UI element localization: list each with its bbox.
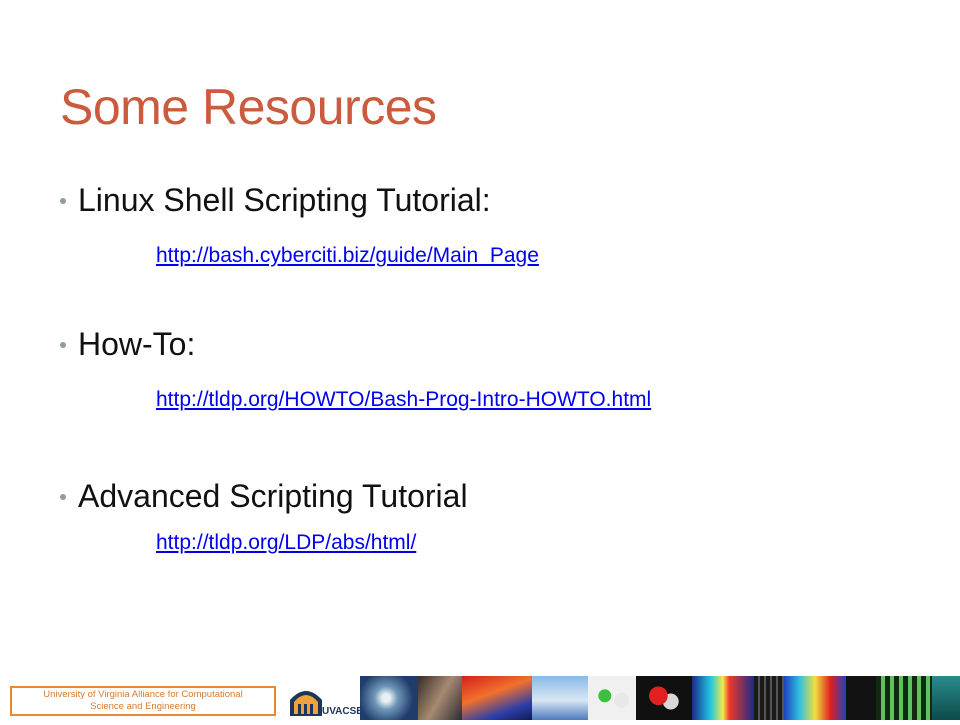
bullet-label: Advanced Scripting Tutorial xyxy=(78,478,468,514)
bullet-label: Linux Shell Scripting Tutorial: xyxy=(78,182,491,218)
link-linux-tutorial[interactable]: http://bash.cyberciti.biz/guide/Main_Pag… xyxy=(156,244,539,268)
bullet-icon xyxy=(60,493,66,500)
slide-title: Some Resources xyxy=(60,79,437,135)
bullet-label: How-To: xyxy=(78,326,196,362)
molecule-image xyxy=(588,676,636,720)
spectral-image xyxy=(692,676,754,720)
link-how-to[interactable]: http://tldp.org/HOWTO/Bash-Prog-Intro-HO… xyxy=(156,388,651,412)
people-image xyxy=(418,676,462,720)
blue-field-image xyxy=(532,676,588,720)
science-image-strip xyxy=(360,676,960,720)
logo-text: UVACSE xyxy=(322,706,363,717)
uvacse-logo: UVACSE xyxy=(284,676,363,720)
bullet-item-advanced-tutorial: Advanced Scripting Tutorial xyxy=(60,478,468,515)
hurricane-image xyxy=(360,676,418,720)
bullet-icon xyxy=(60,197,66,204)
bullet-icon xyxy=(60,341,66,348)
heatmap-surface-image xyxy=(462,676,532,720)
dark-panel-image xyxy=(846,676,876,720)
footer-org-box: University of Virginia Alliance for Comp… xyxy=(10,686,276,716)
green-grid-image xyxy=(876,676,932,720)
server-rack-image xyxy=(754,676,784,720)
teal-image xyxy=(932,676,960,720)
wave-plot-image xyxy=(784,676,846,720)
link-advanced-tutorial[interactable]: http://tldp.org/LDP/abs/html/ xyxy=(156,531,416,555)
footer-org-line2: Science and Engineering xyxy=(90,701,196,712)
spheres-image xyxy=(636,676,692,720)
bullet-item-how-to: How-To: xyxy=(60,326,195,363)
footer-org-line1: University of Virginia Alliance for Comp… xyxy=(43,689,243,700)
bullet-item-linux-tutorial: Linux Shell Scripting Tutorial: xyxy=(60,182,491,219)
